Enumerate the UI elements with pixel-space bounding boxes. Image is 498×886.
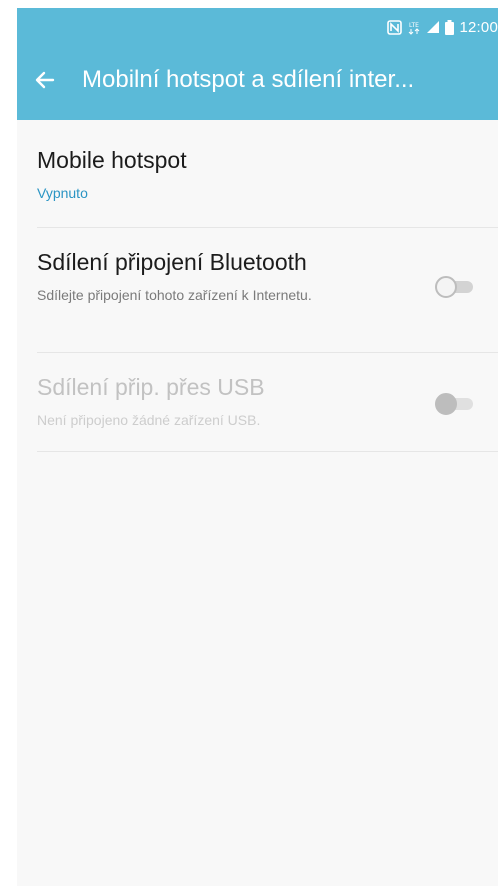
setting-description: Není připojeno žádné zařízení USB. bbox=[37, 412, 261, 428]
setting-title: Mobile hotspot bbox=[37, 147, 187, 173]
arrow-left-icon bbox=[35, 71, 55, 89]
divider bbox=[37, 451, 498, 452]
setting-description: Sdílejte připojení tohoto zařízení k Int… bbox=[37, 287, 312, 303]
nfc-icon bbox=[387, 19, 403, 35]
toggle-knob bbox=[435, 276, 457, 298]
screen: LTE 12:00 Mobilní hotspot a sdílení inte… bbox=[17, 8, 498, 886]
toggle-knob bbox=[435, 393, 457, 415]
setting-bluetooth-tethering[interactable]: Sdílení připojení Bluetooth Sdílejte při… bbox=[17, 228, 498, 352]
setting-title: Sdílení připojení Bluetooth bbox=[37, 249, 307, 275]
page-title: Mobilní hotspot a sdílení inter... bbox=[82, 66, 415, 93]
usb-tethering-toggle bbox=[435, 391, 473, 417]
back-button[interactable] bbox=[31, 66, 59, 94]
status-bar: LTE 12:00 bbox=[387, 16, 498, 38]
bluetooth-tethering-toggle[interactable] bbox=[435, 274, 473, 300]
svg-text:LTE: LTE bbox=[409, 22, 419, 29]
setting-title: Sdílení přip. přes USB bbox=[37, 374, 265, 400]
status-time: 12:00 bbox=[459, 18, 498, 36]
setting-usb-tethering: Sdílení přip. přes USB Není připojeno žá… bbox=[17, 353, 498, 451]
lte-icon: LTE bbox=[407, 20, 421, 35]
app-bar: LTE 12:00 Mobilní hotspot a sdílení inte… bbox=[17, 8, 498, 120]
battery-icon bbox=[445, 19, 455, 35]
setting-status: Vypnuto bbox=[37, 185, 88, 201]
setting-mobile-hotspot[interactable]: Mobile hotspot Vypnuto bbox=[17, 120, 498, 227]
signal-icon bbox=[426, 20, 440, 34]
